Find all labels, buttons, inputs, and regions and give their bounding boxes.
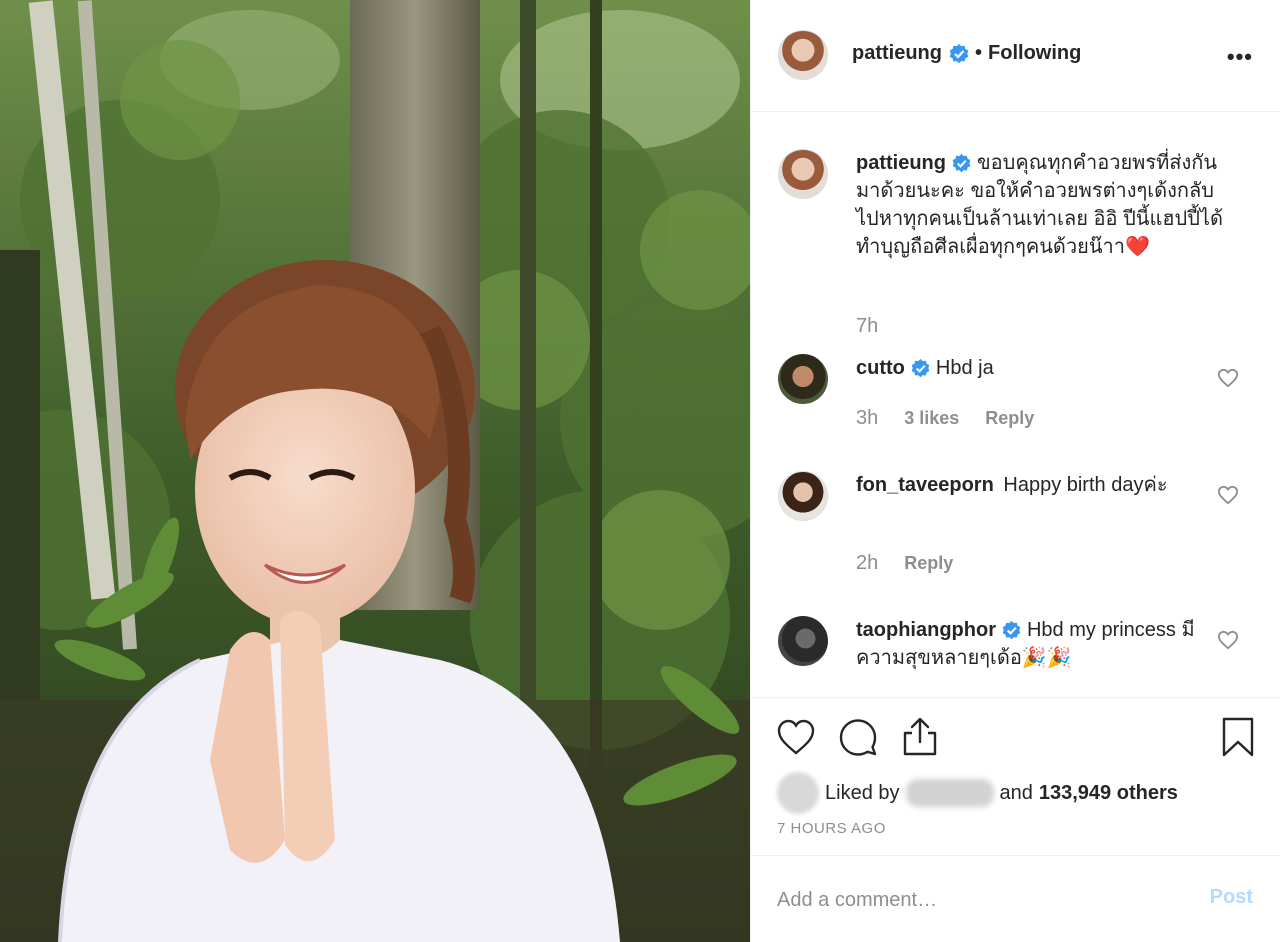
comment-input[interactable] xyxy=(775,882,1179,918)
caption: pattieung ขอบคุณทุกคำอวยพรที่ส่งกันมาด้วย… xyxy=(856,149,1226,261)
verified-badge-icon xyxy=(911,359,930,378)
avatar[interactable] xyxy=(778,471,828,521)
comment-meta: 2h Reply xyxy=(856,552,953,575)
post-actions: Liked by and 133,949 others 7 HOURS AGO xyxy=(751,697,1280,855)
add-comment-bar: Post xyxy=(751,855,1280,942)
caption-username[interactable]: pattieung xyxy=(856,152,946,174)
liked-by-label: Liked by xyxy=(825,781,900,804)
following-button[interactable]: Following xyxy=(988,42,1081,65)
verified-badge-icon xyxy=(949,43,969,63)
separator-dot: • xyxy=(975,42,983,64)
comment-meta: 3h 3 likes Reply xyxy=(856,407,1034,430)
reply-button[interactable]: Reply xyxy=(985,408,1034,429)
comment-username[interactable]: taophiangphor xyxy=(856,619,996,641)
heart-icon[interactable] xyxy=(775,716,817,758)
comments-list[interactable]: pattieung ขอบคุณทุกคำอวยพรที่ส่งกันมาด้วย… xyxy=(751,112,1280,697)
reply-button[interactable]: Reply xyxy=(904,553,953,574)
bookmark-icon[interactable] xyxy=(1217,716,1259,758)
comment: taophiangphor Hbd my princess มีความสุขหล… xyxy=(856,616,1226,672)
post-author: pattieung • Following xyxy=(852,42,1081,65)
comment: fon_taveeporn Happy birth dayค่ะ xyxy=(856,471,1226,499)
avatar xyxy=(777,772,819,814)
post-button[interactable]: Post xyxy=(1210,886,1253,909)
comment-icon[interactable] xyxy=(837,716,879,758)
comment-username[interactable]: fon_taveeporn xyxy=(856,474,994,496)
caption-time[interactable]: 7h xyxy=(856,315,878,338)
comment-text: Happy birth dayค่ะ xyxy=(1003,474,1168,496)
and-label: and xyxy=(999,781,1033,804)
blurred-username xyxy=(905,779,994,807)
verified-badge-icon xyxy=(1002,621,1021,640)
comment: cutto Hbd ja xyxy=(856,354,1226,382)
comment-text: Hbd ja xyxy=(935,357,994,379)
comment-time[interactable]: 2h xyxy=(856,552,878,575)
avatar[interactable] xyxy=(778,30,828,80)
comment-username[interactable]: cutto xyxy=(856,357,905,379)
post-modal: pattieung • Following ••• pattieung ขอบคุ… xyxy=(0,0,1280,942)
avatar[interactable] xyxy=(778,616,828,666)
caption-meta: 7h xyxy=(856,315,904,338)
comment-time[interactable]: 3h xyxy=(856,407,878,430)
avatar[interactable] xyxy=(778,354,828,404)
post-header: pattieung • Following ••• xyxy=(751,0,1280,112)
more-options-icon[interactable]: ••• xyxy=(1227,44,1253,70)
forest-portrait-image xyxy=(0,0,750,942)
post-side-panel: pattieung • Following ••• pattieung ขอบคุ… xyxy=(750,0,1280,942)
post-timestamp[interactable]: 7 HOURS AGO xyxy=(777,820,886,837)
others-count[interactable]: 133,949 others xyxy=(1039,782,1178,805)
author-username[interactable]: pattieung xyxy=(852,42,942,65)
comment-likes[interactable]: 3 likes xyxy=(904,408,959,429)
avatar[interactable] xyxy=(778,149,828,199)
like-comment-heart-icon[interactable] xyxy=(1217,485,1239,505)
post-photo[interactable] xyxy=(0,0,750,942)
like-comment-heart-icon[interactable] xyxy=(1217,368,1239,388)
liked-by-summary[interactable]: Liked by and 133,949 others xyxy=(777,772,1178,814)
like-comment-heart-icon[interactable] xyxy=(1217,630,1239,650)
verified-badge-icon xyxy=(952,154,971,173)
share-icon[interactable] xyxy=(899,716,941,758)
